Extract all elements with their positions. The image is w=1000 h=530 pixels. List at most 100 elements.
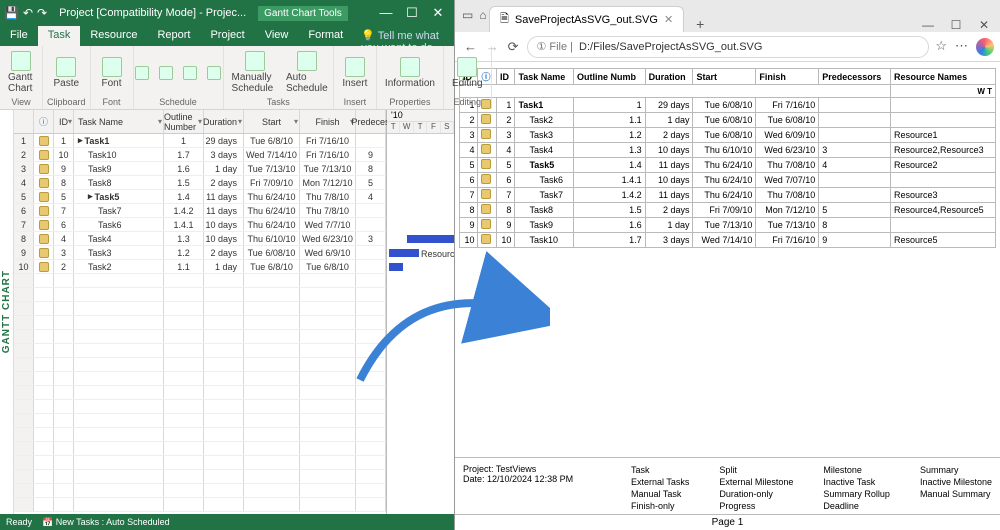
task-row[interactable]: 102Task21.11 dayTue 6/8/10Tue 6/8/10 [14, 260, 386, 274]
tab-format[interactable]: Format [298, 26, 353, 46]
auto-schedule-button[interactable]: Auto Schedule [285, 49, 329, 96]
menu-icon[interactable]: ⋯ [955, 38, 968, 56]
task-row[interactable]: 39Task91.61 dayTue 7/13/10Tue 7/13/108 [14, 162, 386, 176]
col-taskname[interactable]: Task Name▾ [74, 110, 164, 133]
favorite-icon[interactable]: ☆ [935, 38, 947, 56]
task-row[interactable]: 48Task81.52 daysFri 7/09/10Mon 7/12/105 [14, 176, 386, 190]
gantt-chart-button[interactable]: Gantt Chart [4, 49, 38, 96]
forward-icon[interactable]: → [486, 39, 499, 54]
tab-file[interactable]: File [0, 26, 38, 46]
tab-actions-icon[interactable]: ▭ [462, 8, 473, 22]
close-icon[interactable]: ✕ [426, 5, 450, 21]
tell-me-search[interactable]: Tell me what you want to do... [353, 26, 454, 46]
empty-row[interactable] [14, 316, 386, 330]
task-row[interactable]: 210Task101.73 daysWed 7/14/10Fri 7/16/10… [14, 148, 386, 162]
empty-row[interactable] [14, 288, 386, 302]
gantt-bar[interactable] [389, 263, 403, 271]
empty-row[interactable] [14, 274, 386, 288]
editing-button[interactable]: Editing [448, 55, 487, 91]
empty-row[interactable] [14, 414, 386, 428]
empty-row[interactable] [14, 386, 386, 400]
col-duration[interactable]: Duration▾ [204, 110, 244, 133]
col-id[interactable]: ID▾ [54, 110, 74, 133]
task-indicator-icon [481, 114, 491, 124]
svg-col-header: Predecessors [819, 69, 891, 85]
svg-task-row: 22Task21.11 dayTue 6/08/10Tue 6/08/10 [460, 113, 996, 128]
new-tab-button[interactable]: + [690, 16, 710, 32]
legend-item: Manual Summary [920, 488, 992, 500]
browser-maximize-icon[interactable]: ☐ [944, 18, 968, 32]
gantt-bar[interactable] [389, 249, 419, 257]
gantt-chart-area[interactable]: '10 TWTFS [387, 110, 454, 514]
legend-item: Task [631, 464, 689, 476]
browser-close-icon[interactable]: ✕ [972, 18, 996, 32]
empty-row[interactable] [14, 470, 386, 484]
font-button[interactable]: Font [95, 55, 129, 91]
empty-row[interactable] [14, 498, 386, 512]
task-row[interactable]: 76Task61.4.110 daysThu 6/24/10Wed 7/7/10 [14, 218, 386, 232]
task-row[interactable]: 11▸Task1129 daysTue 6/8/10Fri 7/16/10 [14, 134, 386, 148]
gantt-bar[interactable] [407, 235, 454, 243]
tab-report[interactable]: Report [147, 26, 200, 46]
paste-button[interactable]: Paste [49, 55, 83, 91]
indent-button[interactable] [155, 64, 177, 82]
task-row[interactable]: 55▸Task51.411 daysThu 6/24/10Thu 7/8/104 [14, 190, 386, 204]
information-button[interactable]: Information [381, 55, 439, 91]
undo-icon[interactable]: ↶ [23, 6, 33, 20]
empty-row[interactable] [14, 344, 386, 358]
view-side-label[interactable]: GANTT CHART [0, 110, 14, 514]
svg-col-header: Start [693, 69, 756, 85]
empty-row[interactable] [14, 428, 386, 442]
task-indicator-icon [39, 234, 49, 244]
empty-row[interactable] [14, 330, 386, 344]
task-table: ⓘ ID▾ Task Name▾ Outline Number▾ Duratio… [14, 110, 387, 514]
empty-row[interactable] [14, 400, 386, 414]
copilot-icon[interactable] [976, 38, 994, 56]
legend-item: Summary Rollup [823, 488, 890, 500]
contextual-tab[interactable]: Gantt Chart Tools [258, 6, 348, 21]
col-indicator[interactable]: ⓘ [34, 110, 54, 133]
url-input[interactable]: ① File | D:/Files/SaveProjectAsSVG_out.S… [527, 36, 929, 58]
empty-row[interactable] [14, 484, 386, 498]
col-finish[interactable]: Finish▾ [300, 110, 356, 133]
task-indicator-icon [39, 136, 49, 146]
tab-task[interactable]: Task [38, 26, 81, 46]
task-row[interactable]: 93Task31.22 daysTue 6/08/10Wed 6/9/10 [14, 246, 386, 260]
empty-row[interactable] [14, 442, 386, 456]
svg-task-row: 1010Task101.73 daysWed 7/14/10Fri 7/16/1… [460, 233, 996, 248]
gantt-timescale-days: TWTFS [387, 122, 454, 133]
browser-tab-bar: ▭ ⌂ 🗎 SaveProjectAsSVG_out.SVG ✕ + — ☐ ✕ [455, 0, 1000, 32]
tab-resource[interactable]: Resource [80, 26, 147, 46]
tab-view[interactable]: View [255, 26, 299, 46]
minimize-icon[interactable]: — [374, 5, 398, 21]
empty-row[interactable] [14, 358, 386, 372]
outdent-button[interactable] [131, 64, 153, 82]
maximize-icon[interactable]: ☐ [400, 5, 424, 21]
browser-tab[interactable]: 🗎 SaveProjectAsSVG_out.SVG ✕ [489, 6, 684, 32]
tab-vertical-icon[interactable]: ⌂ [479, 8, 486, 22]
window-title: Project [Compatibility Mode] - Projec... [55, 7, 250, 19]
legend-item: Split [719, 464, 793, 476]
empty-row[interactable] [14, 372, 386, 386]
status-new-tasks: 📅 New Tasks : Auto Scheduled [42, 517, 170, 528]
refresh-icon[interactable]: ⟳ [508, 39, 519, 54]
save-icon[interactable]: 💾 [4, 6, 19, 20]
manual-schedule-button[interactable]: Manually Schedule [228, 49, 283, 96]
col-start[interactable]: Start▾ [244, 110, 300, 133]
legend: Project: TestViews Date: 12/10/2024 12:3… [455, 457, 1000, 514]
link-button[interactable] [179, 64, 201, 82]
col-pred[interactable]: Predeces [356, 110, 386, 133]
task-row[interactable]: 67Task71.4.211 daysThu 6/24/10Thu 7/8/10 [14, 204, 386, 218]
col-rownum[interactable] [14, 110, 34, 133]
title-bar[interactable]: 💾 ↶ ↷ Project [Compatibility Mode] - Pro… [0, 0, 454, 26]
insert-button[interactable]: Insert [338, 55, 372, 91]
unlink-button[interactable] [203, 64, 225, 82]
empty-row[interactable] [14, 302, 386, 316]
empty-row[interactable] [14, 456, 386, 470]
tab-close-icon[interactable]: ✕ [664, 13, 673, 26]
redo-icon[interactable]: ↷ [37, 6, 47, 20]
tab-project[interactable]: Project [200, 26, 254, 46]
browser-minimize-icon[interactable]: — [916, 18, 940, 32]
task-row[interactable]: 84Task41.310 daysThu 6/10/10Wed 6/23/103 [14, 232, 386, 246]
col-outline[interactable]: Outline Number▾ [164, 110, 204, 133]
